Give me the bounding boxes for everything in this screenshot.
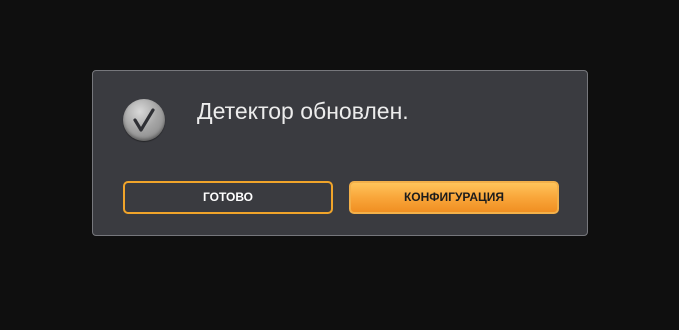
update-dialog: Детектор обновлен. ГОТОВО КОНФИГУРАЦИЯ <box>92 70 588 236</box>
configuration-button[interactable]: КОНФИГУРАЦИЯ <box>349 181 559 214</box>
done-button[interactable]: ГОТОВО <box>123 181 333 214</box>
dialog-message: Детектор обновлен. <box>197 98 409 124</box>
checkmark-circle-icon <box>123 99 165 141</box>
